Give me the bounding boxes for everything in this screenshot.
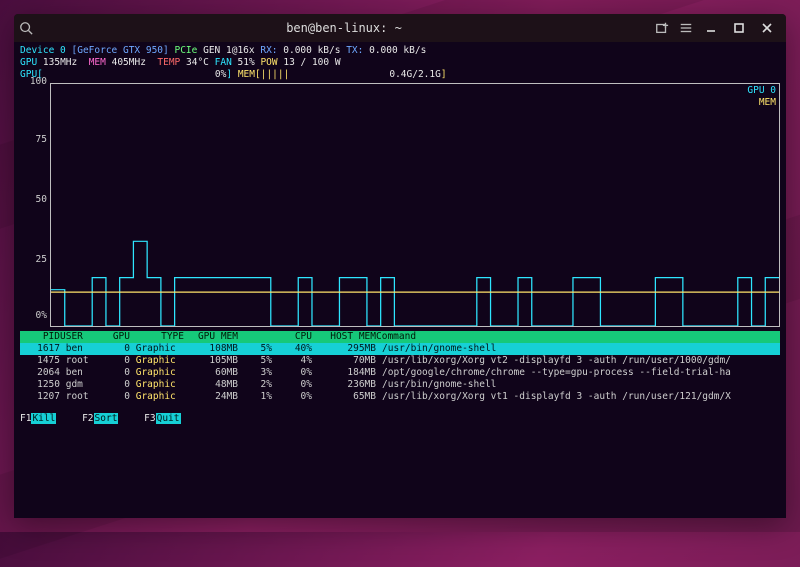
- table-row[interactable]: 1617 ben0 Graphic108MB5%40%295MB/usr/bin…: [20, 343, 780, 355]
- col-pid[interactable]: PID: [20, 331, 60, 343]
- table-row[interactable]: 2064 ben0 Graphic60MB3%0%184MB/opt/googl…: [20, 367, 780, 379]
- graph-plot: [51, 84, 779, 326]
- process-table: PID USER GPU TYPE GPU MEM CPU HOST MEM C…: [20, 331, 780, 403]
- f3-key[interactable]: F3: [144, 413, 155, 424]
- table-row[interactable]: 1475 root0 Graphic105MB5%4%70MB/usr/lib/…: [20, 355, 780, 367]
- graph-y-axis: 100 75 50 25 0%: [23, 78, 49, 332]
- new-tab-icon[interactable]: [650, 16, 674, 40]
- process-header[interactable]: PID USER GPU TYPE GPU MEM CPU HOST MEM C…: [20, 331, 780, 343]
- footer-bar: F1Kill F2Sort F3Quit: [20, 413, 780, 425]
- f3-action[interactable]: Quit: [156, 413, 181, 424]
- col-user[interactable]: USER: [60, 331, 100, 343]
- close-button[interactable]: [754, 17, 780, 39]
- f1-action[interactable]: Kill: [31, 413, 56, 424]
- minimize-button[interactable]: [698, 17, 724, 39]
- col-cpu[interactable]: CPU: [272, 331, 312, 343]
- f1-key[interactable]: F1: [20, 413, 31, 424]
- device-line-2: GPU 135MHz MEM 405MHz TEMP 34°C FAN 51% …: [20, 57, 780, 69]
- window-title: ben@ben-linux: ~: [286, 21, 402, 35]
- table-row[interactable]: 1250 gdm0 Graphic48MB2%0%236MB/usr/bin/g…: [20, 379, 780, 391]
- col-command[interactable]: Command: [376, 331, 780, 343]
- search-icon[interactable]: [14, 16, 38, 40]
- menu-icon[interactable]: [674, 16, 698, 40]
- col-gpumem[interactable]: GPU MEM: [190, 331, 238, 343]
- f2-action[interactable]: Sort: [94, 413, 119, 424]
- col-hostmem[interactable]: HOST MEM: [312, 331, 376, 343]
- device-bars: GPU[0%] MEM[|||||0.4G/2.1G]: [20, 69, 780, 81]
- maximize-button[interactable]: [726, 17, 752, 39]
- terminal-window: ben@ben-linux: ~ Device 0 [GeForce GTX 9…: [14, 14, 786, 518]
- graph-legend: GPU 0 MEM: [747, 85, 776, 109]
- table-row[interactable]: 1207 root0 Graphic24MB1%0%65MB/usr/lib/x…: [20, 391, 780, 403]
- col-mem[interactable]: [238, 331, 272, 343]
- titlebar[interactable]: ben@ben-linux: ~: [14, 14, 786, 42]
- device-line-1: Device 0 [GeForce GTX 950] PCIe GEN 1@16…: [20, 45, 780, 57]
- col-type[interactable]: TYPE: [130, 331, 190, 343]
- col-gpu[interactable]: GPU: [100, 331, 130, 343]
- f2-key[interactable]: F2: [82, 413, 93, 424]
- terminal-body: Device 0 [GeForce GTX 950] PCIe GEN 1@16…: [14, 42, 786, 518]
- utilization-graph: 100 75 50 25 0% GPU 0 MEM: [50, 83, 780, 327]
